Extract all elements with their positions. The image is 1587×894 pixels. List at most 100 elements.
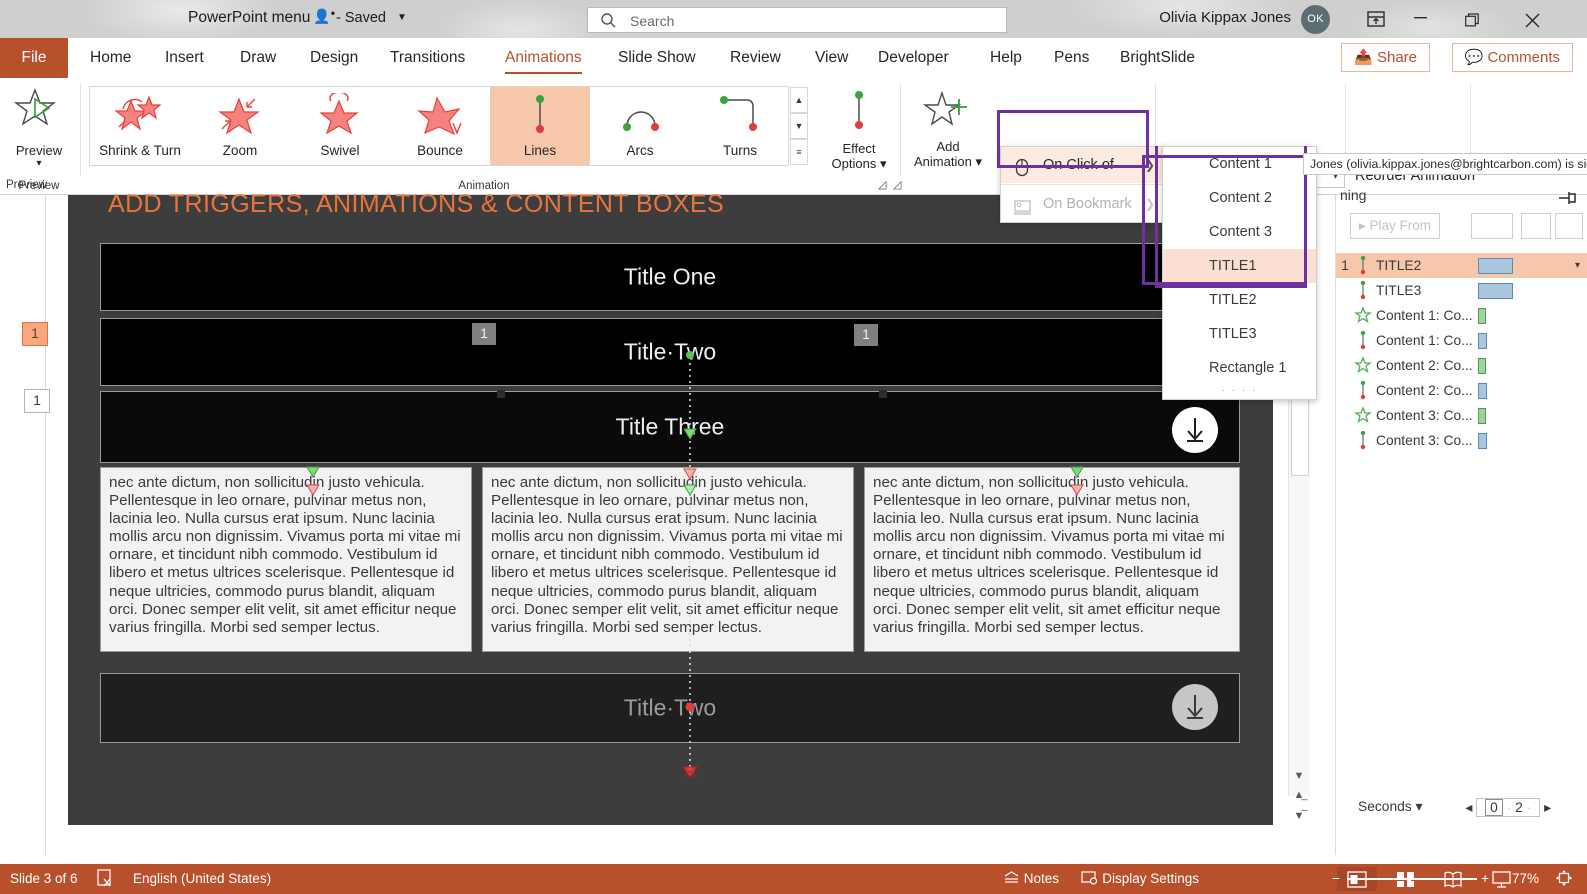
zoom-level[interactable]: 77% (1512, 871, 1539, 886)
minimize-button[interactable] (1398, 6, 1442, 32)
tab-home[interactable]: Home (80, 38, 141, 78)
menu-item-on-click-of[interactable]: On Click of ❯ (1001, 147, 1167, 183)
animation-row-3[interactable]: Content 1: Co... (1336, 303, 1587, 328)
row-timeline-bar[interactable] (1478, 283, 1513, 299)
submenu-item-content-2[interactable]: Content 2 (1163, 181, 1316, 215)
row-timeline-bar[interactable] (1478, 433, 1487, 449)
animation-badge[interactable]: 1 (472, 323, 496, 345)
tab-help[interactable]: Help (980, 38, 1032, 78)
row-timeline-bar[interactable] (1478, 333, 1487, 349)
user-name[interactable]: Olivia Kippax Jones (1159, 9, 1291, 26)
thumbnails-tab[interactable]: Thumbnails (0, 178, 36, 323)
effect-swivel[interactable]: Swivel (290, 87, 390, 165)
tab-animations[interactable]: Animations (495, 38, 592, 78)
play-from-button[interactable]: ▸ Play From (1350, 213, 1440, 239)
content-box-1[interactable]: nec ante dictum, non sollicitudin justo … (100, 467, 472, 652)
slide-animation-badge[interactable]: 1 (24, 389, 50, 413)
restore-button[interactable] (1450, 6, 1494, 32)
animation-dialog-launcher[interactable]: ◿ (878, 178, 886, 191)
animation-row-6[interactable]: Content 2: Co... (1336, 378, 1587, 403)
slide-canvas[interactable]: ADD TRIGGERS, ANIMATIONS & CONTENT BOXES… (22, 190, 1334, 855)
down-arrow-circle-icon[interactable] (1172, 684, 1218, 730)
trigger-dropdown-menu[interactable]: On Click of ❯ On Bookmark ❯ (1000, 146, 1168, 223)
gallery-scroll-up-button[interactable]: ▲ (790, 87, 808, 113)
trigger-submenu[interactable]: Content 1 Content 2 Content 3 TITLE1 TIT… (1162, 146, 1317, 400)
submenu-more-indicator[interactable]: · · · · (1163, 385, 1316, 399)
submenu-item-content-1[interactable]: Content 1 (1163, 147, 1316, 181)
tab-brightslide[interactable]: BrightSlide (1110, 38, 1205, 78)
seconds-dropdown[interactable]: Seconds ▾ (1358, 799, 1422, 815)
gallery-more-button[interactable]: ≡ (790, 139, 808, 165)
pane-button-b[interactable] (1521, 213, 1551, 239)
tab-review[interactable]: Review (720, 38, 791, 78)
tab-design[interactable]: Design (300, 38, 368, 78)
share-button[interactable]: 📤 Share (1341, 43, 1430, 72)
row-timeline-bar[interactable] (1478, 308, 1486, 324)
title-box-one[interactable]: Title One (100, 243, 1240, 311)
content-box-3[interactable]: nec ante dictum, non sollicitudin justo … (864, 467, 1240, 652)
animation-row-7[interactable]: Content 3: Co... (1336, 403, 1587, 428)
zoom-out-button[interactable]: − (1332, 871, 1340, 886)
search-input[interactable]: Search (587, 7, 1007, 33)
zoom-slider-knob[interactable] (1407, 872, 1411, 886)
notes-button[interactable]: Notes (1003, 871, 1059, 886)
tab-developer[interactable]: Developer (868, 38, 959, 78)
animation-badge[interactable]: 1 (854, 324, 878, 346)
animation-row-8[interactable]: Content 3: Co... (1336, 428, 1587, 453)
submenu-item-content-3[interactable]: Content 3 (1163, 215, 1316, 249)
animation-row-5[interactable]: Content 2: Co... (1336, 353, 1587, 378)
tab-transitions[interactable]: Transitions (380, 38, 475, 78)
ribbon-display-options-icon[interactable] (1365, 8, 1387, 35)
avatar[interactable]: OK (1301, 5, 1330, 34)
submenu-item-rectangle-1[interactable]: Rectangle 1 (1163, 351, 1316, 385)
submenu-item-title3[interactable]: TITLE3 (1163, 317, 1316, 351)
tab-view[interactable]: View (805, 38, 858, 78)
effect-shrink-turn[interactable]: Shrink & Turn (90, 87, 190, 165)
scroll-down-button[interactable]: ▼ (1290, 770, 1308, 787)
animation-row-4[interactable]: Content 1: Co... (1336, 328, 1587, 353)
tab-pens[interactable]: Pens (1044, 38, 1099, 78)
display-settings-button[interactable]: Display Settings (1081, 871, 1199, 886)
effect-arcs[interactable]: Arcs (590, 87, 690, 165)
effect-turns[interactable]: Turns (690, 87, 790, 165)
resize-handle[interactable] (497, 390, 505, 398)
submenu-item-title1[interactable]: TITLE1 (1163, 249, 1316, 283)
fit-slide-icon[interactable] (1555, 869, 1573, 890)
slide-animation-badge-selected[interactable]: 1 (22, 322, 48, 346)
content-box-2[interactable]: nec ante dictum, non sollicitudin justo … (482, 467, 854, 652)
title-box-two[interactable]: Title·Two (100, 318, 1240, 386)
animation-row-2[interactable]: TITLE3 (1336, 278, 1587, 303)
slide-heading[interactable]: ADD TRIGGERS, ANIMATIONS & CONTENT BOXES (108, 190, 724, 219)
proofing-error-icon[interactable] (97, 869, 114, 891)
row-menu-caret-icon[interactable]: ▾ (1575, 253, 1580, 278)
slide-surface[interactable]: ADD TRIGGERS, ANIMATIONS & CONTENT BOXES… (68, 190, 1273, 825)
effect-zoom[interactable]: Zoom (190, 87, 290, 165)
tab-draw[interactable]: Draw (230, 38, 286, 78)
animation-row-1[interactable]: 1 TITLE2 ▾ (1336, 253, 1587, 278)
animation-gallery[interactable]: Shrink & Turn Zoom Swivel Bounce Lines A… (89, 86, 789, 166)
scrollbar-thumb[interactable] (1291, 396, 1309, 476)
preview-button[interactable]: Preview ▾ (6, 84, 72, 184)
zoom-slider[interactable] (1347, 872, 1477, 886)
resize-handle[interactable] (879, 390, 887, 398)
gallery-scroll-down-button[interactable]: ▼ (790, 113, 808, 139)
row-timeline-bar[interactable] (1478, 358, 1486, 374)
advanced-dialog-launcher[interactable]: ◿ (893, 178, 901, 191)
effect-lines[interactable]: Lines (490, 87, 590, 165)
previous-slide-button[interactable]: ▲̲ (1290, 789, 1308, 806)
row-timeline-bar[interactable] (1478, 383, 1487, 399)
title-box-two-bottom[interactable]: Title·Two (100, 673, 1240, 743)
comments-button[interactable]: 💬 Comments (1451, 43, 1573, 72)
submenu-item-title2[interactable]: TITLE2 (1163, 283, 1316, 317)
title-box-three[interactable]: Title Three (100, 391, 1240, 463)
pane-button-c[interactable] (1555, 213, 1583, 239)
tab-insert[interactable]: Insert (155, 38, 214, 78)
pane-button-a[interactable] (1471, 213, 1513, 239)
row-timeline-bar[interactable] (1478, 408, 1486, 424)
close-button[interactable] (1510, 6, 1554, 32)
tab-slide-show[interactable]: Slide Show (608, 38, 706, 78)
slide-number[interactable]: Slide 3 of 6 (10, 871, 78, 886)
next-slide-button[interactable]: ▼̅ (1290, 810, 1308, 827)
row-timeline-bar[interactable] (1478, 258, 1513, 274)
pin-icon[interactable] (1557, 189, 1577, 212)
